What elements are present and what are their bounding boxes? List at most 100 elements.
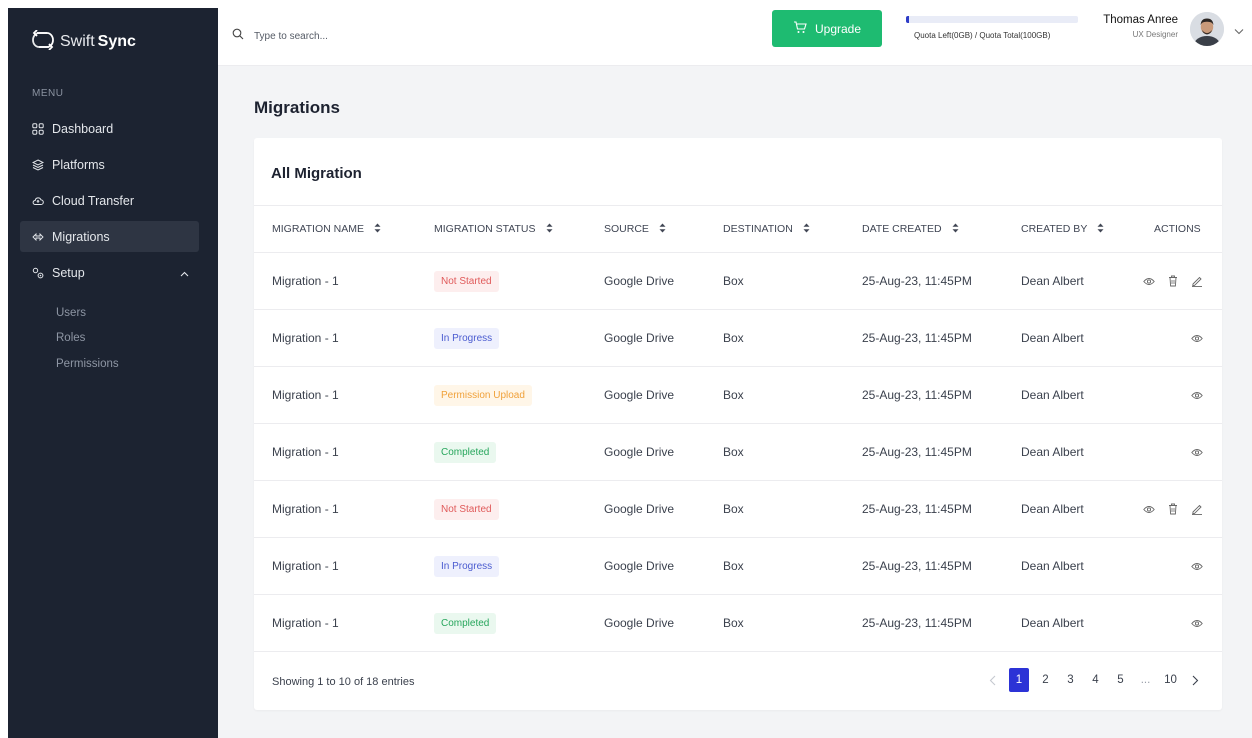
trash-icon[interactable] xyxy=(1166,274,1180,288)
cell-migration-name: Migration - 1 xyxy=(272,445,339,459)
status-badge: In Progress xyxy=(434,555,500,577)
cell-created-by: Dean Albert xyxy=(1021,502,1084,516)
quota-bar xyxy=(906,16,1078,23)
cell-destination: Box xyxy=(723,559,744,573)
trash-icon[interactable] xyxy=(1166,502,1180,516)
row-actions xyxy=(1190,445,1204,459)
brand-name-light: Swift xyxy=(60,33,95,50)
column-label: DATE CREATED xyxy=(862,223,942,235)
setup-subnav: Users Roles Permissions xyxy=(56,300,119,377)
row-actions xyxy=(1190,331,1204,345)
sidebar-item-cloud-transfer[interactable]: Cloud Transfer xyxy=(20,185,199,216)
chevron-down-icon[interactable] xyxy=(1234,22,1244,40)
user-info[interactable]: Thomas Anree UX Designer xyxy=(1092,14,1178,39)
cell-migration-status: In Progress xyxy=(434,555,500,577)
page-button[interactable]: 3 xyxy=(1058,668,1083,692)
cell-migration-name: Migration - 1 xyxy=(272,559,339,573)
page-button[interactable]: 2 xyxy=(1033,668,1058,692)
view-icon[interactable] xyxy=(1190,388,1204,402)
cell-destination: Box xyxy=(723,274,744,288)
sidebar: Swift Sync MENU Dashboard Platforms Clou… xyxy=(8,8,218,738)
cell-source: Google Drive xyxy=(604,388,675,402)
cell-migration-status: Completed xyxy=(434,441,497,463)
upgrade-label: Upgrade xyxy=(814,21,862,36)
table-row[interactable]: Migration - 1 Google Drive Box 25-Aug-23, 1… xyxy=(254,595,1222,652)
sidebar-subitem-roles[interactable]: Roles xyxy=(56,325,119,351)
table-header: MIGRATION NAME MIGRATION STATUS SOURCE D… xyxy=(254,206,1222,253)
page-button[interactable]: 1 xyxy=(1009,668,1029,692)
app-frame: Swift Sync MENU Dashboard Platforms Clou… xyxy=(8,8,1252,738)
page-button[interactable]: 10 xyxy=(1158,668,1183,692)
view-icon[interactable] xyxy=(1190,331,1204,345)
cell-destination: Box xyxy=(723,616,744,630)
chevron-left-icon[interactable] xyxy=(980,668,1005,692)
row-actions xyxy=(1142,274,1204,288)
cell-destination: Box xyxy=(723,388,744,402)
view-icon[interactable] xyxy=(1190,445,1204,459)
upgrade-button[interactable]: Upgrade xyxy=(772,10,882,47)
chevron-up-icon xyxy=(180,266,189,280)
layers-icon xyxy=(32,158,44,171)
cell-date-created: 25-Aug-23, 11:45PM xyxy=(862,559,972,573)
migrate-icon xyxy=(32,231,44,243)
sidebar-item-platforms[interactable]: Platforms xyxy=(20,149,199,180)
cell-created-by: Dean Albert xyxy=(1021,616,1084,630)
view-icon[interactable] xyxy=(1142,502,1156,516)
status-badge: In Progress xyxy=(434,327,500,349)
sidebar-item-setup[interactable]: Setup xyxy=(20,257,199,288)
cell-migration-name: Migration - 1 xyxy=(272,502,339,516)
column-header-destination[interactable]: DESTINATION xyxy=(723,223,810,236)
column-header-migration-status[interactable]: MIGRATION STATUS xyxy=(434,223,553,236)
migrations-card: All Migration MIGRATION NAME MIGRATION S… xyxy=(254,138,1222,710)
sort-icon xyxy=(374,223,381,236)
view-icon[interactable] xyxy=(1142,274,1156,288)
chevron-right-icon[interactable] xyxy=(1183,668,1208,692)
page-ellipsis: ... xyxy=(1140,674,1151,686)
sidebar-item-dashboard[interactable]: Dashboard xyxy=(20,113,199,144)
column-label: DESTINATION xyxy=(723,223,793,235)
search-icon[interactable] xyxy=(232,27,244,45)
row-actions xyxy=(1190,559,1204,573)
cell-migration-status: Not Started xyxy=(434,270,499,292)
brand-name-bold: Sync xyxy=(97,33,136,50)
column-header-created-by[interactable]: CREATED BY xyxy=(1021,223,1104,236)
migrations-table: MIGRATION NAME MIGRATION STATUS SOURCE D… xyxy=(254,206,1222,652)
column-header-source[interactable]: SOURCE xyxy=(604,223,666,236)
cell-migration-status: In Progress xyxy=(434,327,500,349)
table-row[interactable]: Migration - 1 Google Drive Box 25-Aug-23, 1… xyxy=(254,424,1222,481)
cell-migration-name: Migration - 1 xyxy=(272,331,339,345)
cell-migration-status: Permission Upload xyxy=(434,384,532,406)
search-input[interactable] xyxy=(254,30,494,42)
table-body: Migration - 1 Google Drive Box 25-Aug-23, 1… xyxy=(254,253,1222,652)
user-name: Thomas Anree xyxy=(1103,14,1178,26)
table-row[interactable]: Migration - 1 Google Drive Box 25-Aug-23, 1… xyxy=(254,310,1222,367)
sidebar-subitem-permissions[interactable]: Permissions xyxy=(56,351,119,377)
sidebar-subitem-users[interactable]: Users xyxy=(56,300,119,325)
brand-logo[interactable]: Swift Sync xyxy=(32,28,136,56)
pagination: 1 2 3 4 5... 10 xyxy=(980,668,1208,692)
quota-bar-fill xyxy=(906,16,910,23)
table-row[interactable]: Migration - 1 Google Drive Box 25-Aug-23, 1… xyxy=(254,253,1222,310)
cell-destination: Box xyxy=(723,445,744,459)
view-icon[interactable] xyxy=(1190,616,1204,630)
sort-icon xyxy=(803,223,810,236)
cell-source: Google Drive xyxy=(604,274,675,288)
card-title: All Migration xyxy=(271,165,362,182)
page-button[interactable]: 4 xyxy=(1083,668,1108,692)
status-badge: Permission Upload xyxy=(434,384,532,406)
cell-created-by: Dean Albert xyxy=(1021,331,1084,345)
edit-icon[interactable] xyxy=(1190,274,1204,288)
sidebar-item-migrations[interactable]: Migrations xyxy=(20,221,199,252)
sync-logo-icon xyxy=(32,28,54,55)
table-row[interactable]: Migration - 1 Google Drive Box 25-Aug-23, 1… xyxy=(254,481,1222,538)
table-row[interactable]: Migration - 1 Google Drive Box 25-Aug-23, 1… xyxy=(254,538,1222,595)
cell-created-by: Dean Albert xyxy=(1021,388,1084,402)
edit-icon[interactable] xyxy=(1190,502,1204,516)
view-icon[interactable] xyxy=(1190,559,1204,573)
column-header-date-created[interactable]: DATE CREATED xyxy=(862,223,959,236)
avatar[interactable] xyxy=(1190,12,1224,46)
column-header-migration-name[interactable]: MIGRATION NAME xyxy=(272,223,381,236)
page-button[interactable]: 5 xyxy=(1108,668,1133,692)
table-row[interactable]: Migration - 1 Google Drive Box 25-Aug-23, 1… xyxy=(254,367,1222,424)
cell-created-by: Dean Albert xyxy=(1021,274,1084,288)
